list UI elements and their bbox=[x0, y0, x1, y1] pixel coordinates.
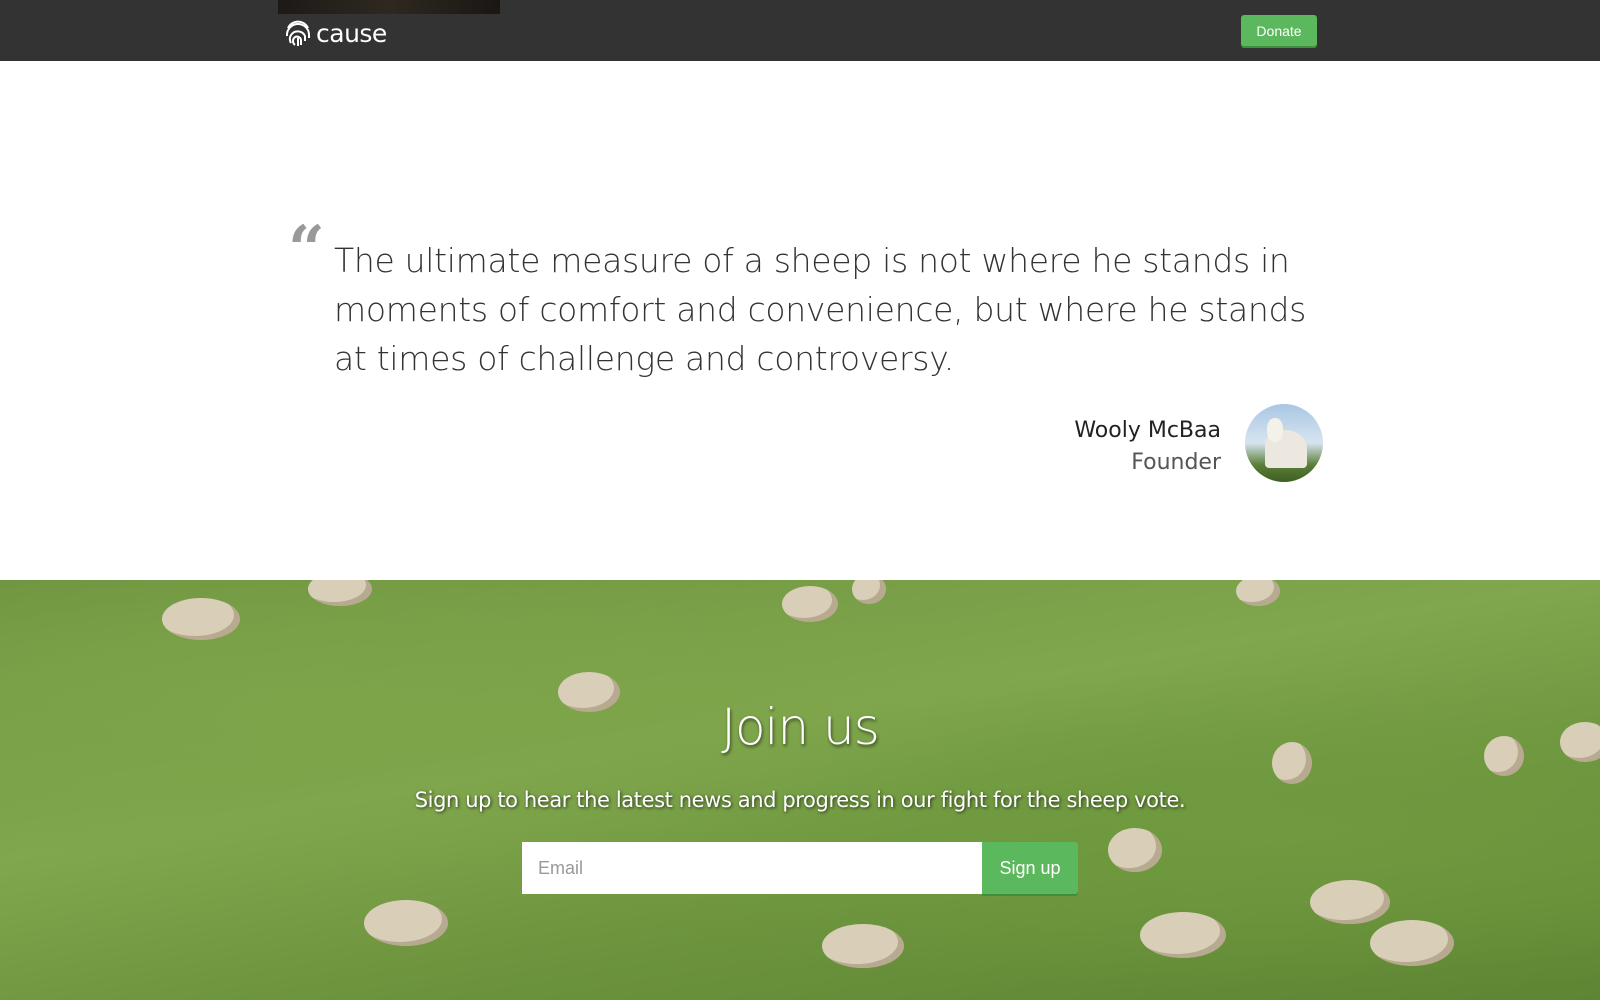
brand-logo[interactable]: cause bbox=[284, 18, 387, 48]
donate-button[interactable]: Donate bbox=[1241, 15, 1317, 46]
sign-up-button[interactable]: Sign up bbox=[982, 842, 1078, 894]
author-name: Wooly McBaa bbox=[1074, 418, 1221, 443]
author-avatar bbox=[1245, 404, 1323, 482]
email-input[interactable] bbox=[522, 842, 982, 894]
quote-mark-icon: “ bbox=[288, 212, 325, 287]
signup-subtitle: Sign up to hear the latest news and prog… bbox=[414, 788, 1186, 812]
author-role: Founder bbox=[1131, 450, 1221, 475]
brand-name: cause bbox=[316, 18, 387, 48]
testimonial-quote: The ultimate measure of a sheep is not w… bbox=[334, 241, 1307, 378]
fingerprint-icon bbox=[285, 20, 310, 46]
testimonial-author: Wooly McBaa Founder bbox=[1074, 415, 1221, 479]
hero-image-strip bbox=[278, 0, 500, 14]
signup-title: Join us bbox=[721, 698, 880, 756]
navbar: cause Donate bbox=[0, 0, 1600, 61]
